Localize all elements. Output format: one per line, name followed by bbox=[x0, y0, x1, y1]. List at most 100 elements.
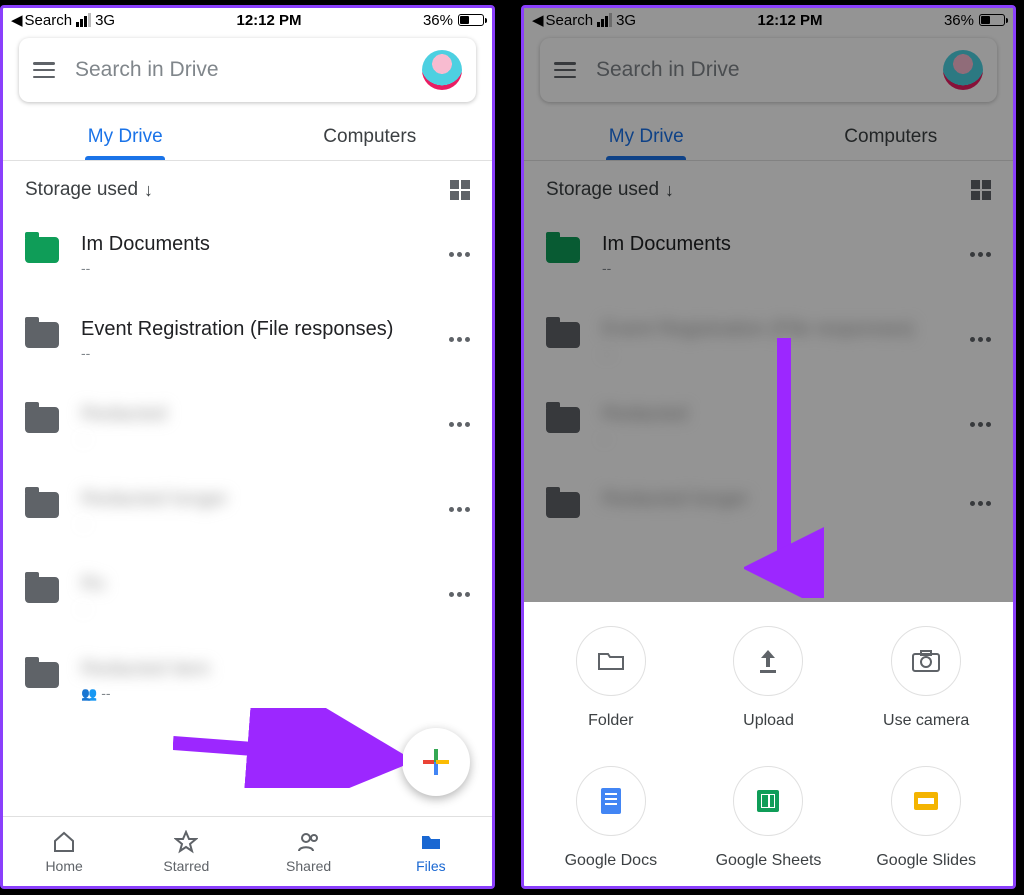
file-name: Redacted longer bbox=[81, 488, 449, 511]
tab-computers[interactable]: Computers bbox=[248, 112, 493, 160]
status-bar: ◀ Search 3G 12:12 PM 36% bbox=[3, 8, 492, 32]
file-name: Event Registration (File responses) bbox=[81, 318, 449, 341]
slides-icon bbox=[914, 792, 938, 810]
nav-starred[interactable]: Starred bbox=[125, 817, 247, 886]
search-placeholder[interactable]: Search in Drive bbox=[75, 58, 422, 82]
clock: 12:12 PM bbox=[115, 12, 423, 29]
sheet-item-camera[interactable]: Use camera bbox=[847, 626, 1005, 730]
list-item[interactable]: Redacted - bbox=[524, 389, 1013, 474]
more-icon[interactable] bbox=[449, 507, 470, 512]
sheet-label: Upload bbox=[743, 712, 794, 730]
sheets-icon bbox=[757, 790, 779, 812]
file-meta: -- bbox=[602, 345, 970, 361]
sheet-item-slides[interactable]: Google Slides bbox=[847, 766, 1005, 870]
menu-icon[interactable] bbox=[33, 62, 55, 78]
list-item[interactable]: Rx - bbox=[3, 559, 492, 644]
list-item[interactable]: Event Registration (File responses) -- bbox=[3, 304, 492, 389]
upload-icon bbox=[756, 647, 780, 675]
folder-icon bbox=[25, 322, 59, 348]
file-name: Redacted item bbox=[81, 658, 470, 681]
folder-icon bbox=[546, 492, 580, 518]
back-caret-icon[interactable]: ◀ bbox=[532, 11, 544, 29]
search-bar[interactable]: Search in Drive bbox=[540, 38, 997, 102]
new-item-sheet: Folder Upload Use camera Google Docs Goo… bbox=[524, 602, 1013, 886]
file-name: Redacted longer bbox=[602, 488, 970, 511]
folder-icon bbox=[546, 237, 580, 263]
sheet-label: Google Docs bbox=[565, 852, 658, 870]
sheet-item-docs[interactable]: Google Docs bbox=[532, 766, 690, 870]
file-meta: - bbox=[602, 430, 970, 446]
list-item[interactable]: Im Documents -- bbox=[524, 219, 1013, 304]
avatar[interactable] bbox=[422, 50, 462, 90]
back-app-label[interactable]: Search bbox=[25, 12, 73, 29]
file-name: Im Documents bbox=[602, 233, 970, 256]
back-caret-icon[interactable]: ◀ bbox=[11, 11, 23, 29]
list-item[interactable]: Redacted item 👥-- bbox=[3, 644, 492, 730]
sort-row[interactable]: Storage used ↓ bbox=[3, 161, 492, 219]
phone-left: ◀ Search 3G 12:12 PM 36% Search in Drive… bbox=[0, 5, 495, 889]
more-icon[interactable] bbox=[970, 337, 991, 342]
file-list[interactable]: Im Documents -- Event Registration (File… bbox=[3, 219, 492, 816]
avatar[interactable] bbox=[943, 50, 983, 90]
list-item[interactable]: Redacted longer - bbox=[3, 474, 492, 559]
back-app-label[interactable]: Search bbox=[546, 12, 594, 29]
nav-files[interactable]: Files bbox=[370, 817, 492, 886]
nav-label: Home bbox=[45, 858, 82, 874]
battery-pct: 36% bbox=[944, 12, 974, 29]
nav-home[interactable]: Home bbox=[3, 817, 125, 886]
nav-label: Files bbox=[416, 858, 446, 874]
folder-icon bbox=[25, 577, 59, 603]
menu-icon[interactable] bbox=[554, 62, 576, 78]
battery-icon bbox=[979, 14, 1005, 26]
sort-arrow-icon[interactable]: ↓ bbox=[665, 180, 674, 201]
sheet-label: Google Sheets bbox=[716, 852, 822, 870]
sheet-item-upload[interactable]: Upload bbox=[690, 626, 848, 730]
more-icon[interactable] bbox=[970, 501, 991, 506]
folder-icon bbox=[419, 830, 443, 854]
file-name: Redacted bbox=[81, 403, 449, 426]
folder-outline-icon bbox=[597, 649, 625, 673]
sheet-label: Google Slides bbox=[876, 852, 976, 870]
sort-row[interactable]: Storage used ↓ bbox=[524, 161, 1013, 219]
file-name: Redacted bbox=[602, 403, 970, 426]
file-meta: - bbox=[81, 430, 449, 446]
more-icon[interactable] bbox=[970, 422, 991, 427]
more-icon[interactable] bbox=[970, 252, 991, 257]
more-icon[interactable] bbox=[449, 252, 470, 257]
folder-icon bbox=[25, 492, 59, 518]
search-placeholder[interactable]: Search in Drive bbox=[596, 58, 943, 82]
more-icon[interactable] bbox=[449, 592, 470, 597]
file-meta: -- bbox=[81, 260, 449, 276]
sheet-label: Folder bbox=[588, 712, 633, 730]
list-item[interactable]: Redacted - bbox=[3, 389, 492, 474]
star-icon bbox=[174, 830, 198, 854]
sort-arrow-icon[interactable]: ↓ bbox=[144, 180, 153, 201]
docs-icon bbox=[601, 788, 621, 814]
nav-label: Starred bbox=[163, 858, 209, 874]
shared-icon: 👥 bbox=[81, 686, 97, 701]
sort-label[interactable]: Storage used bbox=[25, 179, 138, 201]
camera-icon bbox=[911, 649, 941, 673]
tab-my-drive[interactable]: My Drive bbox=[524, 112, 769, 160]
file-meta: 👥-- bbox=[81, 685, 470, 702]
tab-computers[interactable]: Computers bbox=[769, 112, 1014, 160]
sort-label[interactable]: Storage used bbox=[546, 179, 659, 201]
fab-new-button[interactable] bbox=[402, 728, 470, 796]
view-grid-icon[interactable] bbox=[971, 180, 991, 200]
list-item[interactable]: Im Documents -- bbox=[3, 219, 492, 304]
nav-shared[interactable]: Shared bbox=[248, 817, 370, 886]
file-meta: -- bbox=[602, 260, 970, 276]
tabs: My Drive Computers bbox=[3, 112, 492, 160]
list-item[interactable]: Redacted longer bbox=[524, 474, 1013, 546]
nav-label: Shared bbox=[286, 858, 331, 874]
sheet-item-folder[interactable]: Folder bbox=[532, 626, 690, 730]
list-item[interactable]: Event Registration (File responses) -- bbox=[524, 304, 1013, 389]
search-bar[interactable]: Search in Drive bbox=[19, 38, 476, 102]
view-grid-icon[interactable] bbox=[450, 180, 470, 200]
more-icon[interactable] bbox=[449, 422, 470, 427]
sheet-item-sheets[interactable]: Google Sheets bbox=[690, 766, 848, 870]
more-icon[interactable] bbox=[449, 337, 470, 342]
file-name: Event Registration (File responses) bbox=[602, 318, 970, 341]
folder-icon bbox=[25, 662, 59, 688]
tab-my-drive[interactable]: My Drive bbox=[3, 112, 248, 160]
